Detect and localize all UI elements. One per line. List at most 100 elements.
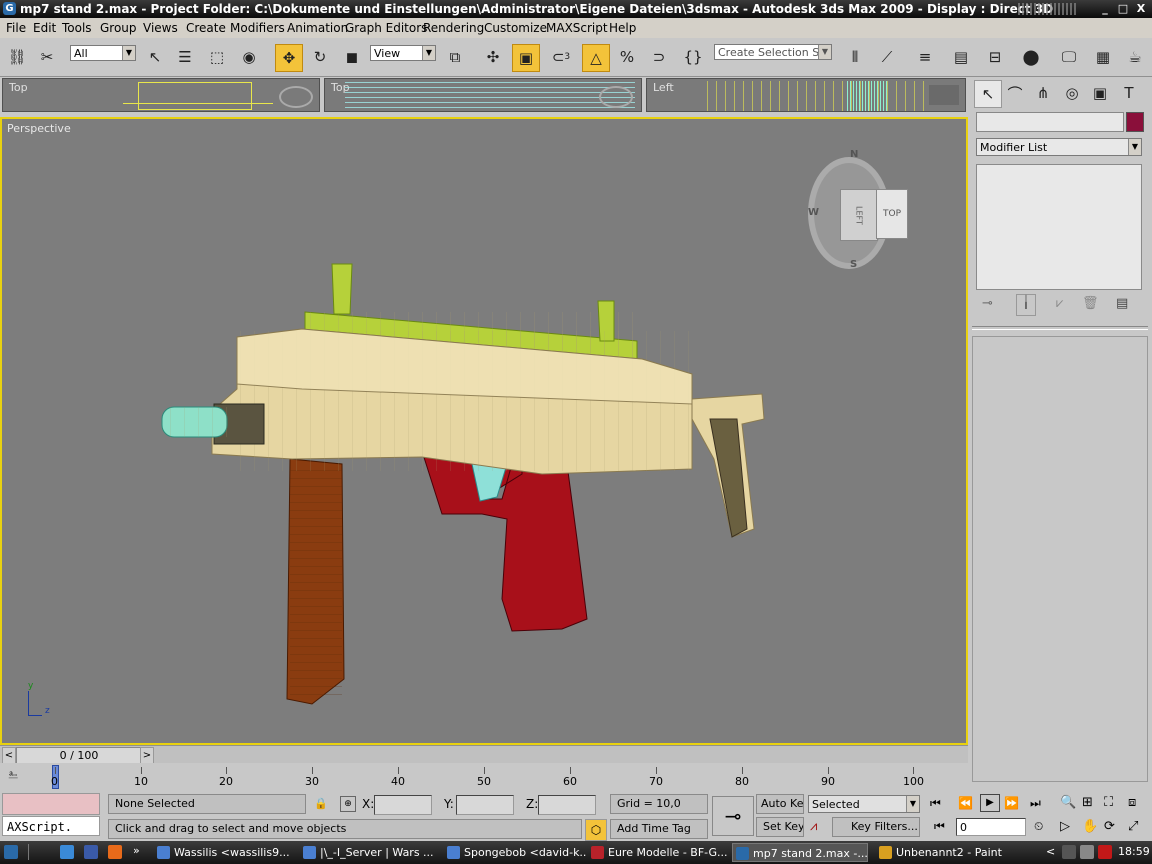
y-coordinate-field[interactable] <box>456 795 514 815</box>
named-selection-set-dropdown[interactable]: Create Selection Set ▼ <box>714 44 832 60</box>
menu-rendering[interactable]: Rendering <box>423 21 484 35</box>
goto-start-icon[interactable]: ⏮ <box>930 796 941 811</box>
window-crossing-icon[interactable]: ◉ <box>236 44 262 70</box>
minimize-button[interactable]: _ <box>1098 2 1112 15</box>
modifier-list-dropdown[interactable]: Modifier List ▼ <box>976 138 1142 156</box>
menu-create[interactable]: Create <box>186 21 226 35</box>
angle-snap-icon[interactable]: △ <box>582 44 610 72</box>
viewcube-top-face[interactable]: TOP <box>876 189 908 239</box>
task-item[interactable]: Wassilis <wassilis9... <box>154 843 296 862</box>
lock-icon[interactable]: 🔒 <box>314 797 328 810</box>
orbit-icon[interactable]: ⟳ <box>1104 819 1115 834</box>
app-icon[interactable]: G <box>3 2 16 15</box>
zoom-extents-all-icon[interactable]: ⧈ <box>1128 795 1136 810</box>
start-button[interactable] <box>4 845 18 859</box>
menu-group[interactable]: Group <box>100 21 137 35</box>
task-item-active[interactable]: mp7 stand 2.max -... <box>732 843 868 862</box>
object-color-swatch[interactable] <box>1126 112 1144 132</box>
set-key-icon[interactable]: ⊸ <box>712 796 754 836</box>
time-tag-icon[interactable]: ⬡ <box>585 819 607 841</box>
keyboard-shortcut-override-icon[interactable]: ▣ <box>512 44 540 72</box>
task-item[interactable]: Eure Modelle - BF-G... <box>588 843 730 862</box>
zoom-extents-icon[interactable]: ⛶ <box>1104 795 1113 810</box>
task-item[interactable]: Spongebob <david-k... <box>444 843 586 862</box>
menu-tools[interactable]: Tools <box>62 21 92 35</box>
remove-modifier-icon[interactable]: 🗑 <box>1082 296 1099 311</box>
time-slider-thumb[interactable]: 0 / 100 <box>16 747 142 764</box>
pin-stack-icon[interactable]: ⊸ <box>982 296 993 311</box>
selection-filter-dropdown[interactable]: All ▼ <box>70 45 136 61</box>
select-and-link-icon[interactable]: ⛓ <box>4 44 30 70</box>
menu-graph-editors[interactable]: Graph Editors <box>345 21 427 35</box>
make-unique-icon[interactable]: ⩗ <box>1056 296 1063 311</box>
set-key-button[interactable]: Set Key <box>756 817 804 837</box>
percent-snap-icon[interactable]: % <box>614 44 640 70</box>
viewport-left[interactable]: Left <box>646 78 966 112</box>
viewcube-mini-icon[interactable] <box>279 86 313 108</box>
play-icon[interactable]: ▶ <box>980 794 1000 812</box>
select-object-icon[interactable]: ↖ <box>142 44 168 70</box>
zoom-all-icon[interactable]: ⊞ <box>1082 795 1093 810</box>
viewport-top-1[interactable]: Top <box>2 78 320 112</box>
configure-sets-icon[interactable]: ▤ <box>1116 296 1128 311</box>
reference-coordinate-dropdown[interactable]: View ▼ <box>370 45 436 61</box>
goto-end-icon[interactable]: ⏭ <box>1030 796 1041 811</box>
unlink-icon[interactable]: ✂ <box>34 44 60 70</box>
key-filters-button[interactable]: Key Filters... <box>832 817 920 837</box>
render-setup-icon[interactable]: 🖵 <box>1056 44 1082 70</box>
quicklaunch-desktop-icon[interactable] <box>84 845 98 859</box>
quicklaunch-browser-icon[interactable] <box>60 845 74 859</box>
time-slider[interactable]: < 0 / 100 > <box>0 745 968 764</box>
current-frame-field[interactable]: 0 <box>956 818 1026 836</box>
tray-antivirus-icon[interactable] <box>1098 845 1112 859</box>
modifier-stack[interactable] <box>976 164 1142 290</box>
show-end-result-icon[interactable]: ╽ <box>1016 294 1036 316</box>
viewport-left-label[interactable]: Left <box>653 81 674 94</box>
add-time-tag-button[interactable]: Add Time Tag <box>610 819 708 839</box>
quicklaunch-firefox-icon[interactable] <box>108 845 122 859</box>
key-selection-dropdown[interactable]: Selected ▼ <box>808 795 920 813</box>
menu-modifiers[interactable]: Modifiers <box>230 21 285 35</box>
close-button[interactable]: X <box>1134 2 1148 15</box>
menu-views[interactable]: Views <box>143 21 178 35</box>
next-frame-icon[interactable]: ⏩ <box>1004 796 1019 810</box>
curve-editor-icon[interactable]: ▤ <box>948 44 974 70</box>
rendered-frame-window-icon[interactable]: ▦ <box>1090 44 1116 70</box>
zoom-icon[interactable]: 🔍 <box>1060 795 1076 810</box>
menu-animation[interactable]: Animation <box>287 21 348 35</box>
material-editor-icon[interactable]: ⬤ <box>1018 44 1044 70</box>
maximize-button[interactable]: □ <box>1116 2 1130 15</box>
absolute-mode-icon[interactable]: ⊕ <box>340 796 356 812</box>
previous-frame-icon[interactable]: ⏪ <box>958 796 973 810</box>
x-coordinate-field[interactable] <box>374 795 432 815</box>
select-and-move-icon[interactable]: ✥ <box>275 44 303 72</box>
menu-file[interactable]: File <box>6 21 26 35</box>
rectangular-selection-icon[interactable]: ⬚ <box>204 44 230 70</box>
pan-view-icon[interactable]: ✋ <box>1082 819 1098 834</box>
time-prev-button[interactable]: < <box>2 747 16 764</box>
viewport-perspective[interactable]: Perspective N S W LEFT TOP y z <box>0 117 968 745</box>
track-bar[interactable]: ⎁ 0 10 20 30 40 50 60 70 80 90 100 <box>0 763 968 791</box>
time-next-button[interactable]: > <box>140 747 154 764</box>
mini-curve-editor-icon[interactable]: ⎁ <box>8 767 18 782</box>
object-name-field[interactable] <box>976 112 1124 132</box>
menu-maxscript[interactable]: MAXScript <box>546 21 608 35</box>
task-item[interactable]: |\_-I_Server | Wars ... <box>300 843 442 862</box>
layer-manager-icon[interactable]: ≡ <box>912 44 938 70</box>
select-by-name-icon[interactable]: ☰ <box>172 44 198 70</box>
key-mode-icon[interactable]: ⏮ <box>934 819 945 834</box>
hierarchy-tab-icon[interactable]: ⋔ <box>1030 80 1056 106</box>
snap-toggle-icon[interactable]: ⊂ 3 <box>548 44 574 70</box>
auto-key-button[interactable]: Auto Key <box>756 794 804 814</box>
tray-volume-icon[interactable] <box>1080 845 1094 859</box>
viewcube-mini-icon[interactable] <box>599 86 633 108</box>
task-item[interactable]: Unbenannt2 - Paint <box>876 843 1026 862</box>
z-coordinate-field[interactable] <box>538 795 596 815</box>
time-configuration-icon[interactable]: ⏲ <box>1034 819 1043 834</box>
align-icon[interactable]: ⟋ <box>874 44 900 70</box>
viewcube-left-face[interactable]: LEFT <box>840 189 878 241</box>
quicklaunch-more-icon[interactable]: » <box>133 844 140 857</box>
maxscript-listener-pink[interactable] <box>2 793 100 815</box>
menu-edit[interactable]: Edit <box>33 21 56 35</box>
viewcube-mini-icon[interactable] <box>929 85 959 105</box>
